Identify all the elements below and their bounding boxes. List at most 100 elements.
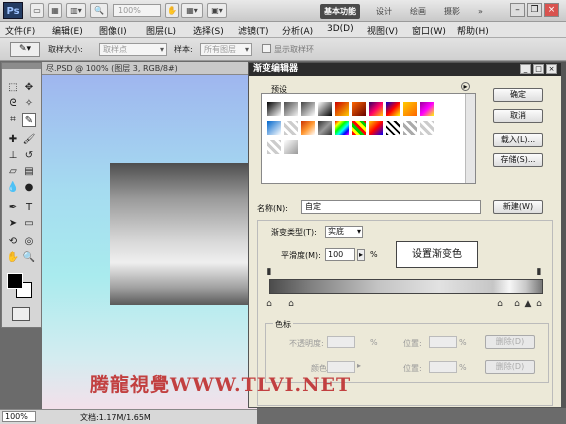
- sample-size-select[interactable]: 取样点 ▾: [99, 43, 167, 56]
- color-location-input[interactable]: [429, 361, 457, 373]
- healing-brush-tool-icon[interactable]: ✚: [6, 133, 20, 147]
- crop-tool-icon[interactable]: ⌗: [6, 113, 20, 127]
- menu-file[interactable]: 文件(F): [5, 24, 35, 37]
- preset-swatch[interactable]: [266, 120, 282, 136]
- mini-bridge-icon[interactable]: ▦: [48, 3, 62, 18]
- delete-opacity-stop-button[interactable]: 删除(D): [485, 335, 535, 349]
- preset-swatch[interactable]: [402, 101, 418, 117]
- magic-wand-tool-icon[interactable]: ✧: [22, 97, 36, 111]
- eraser-tool-icon[interactable]: ▱: [6, 165, 20, 179]
- workspace-photography[interactable]: 摄影: [440, 4, 464, 19]
- menu-image[interactable]: 图像(I): [99, 24, 127, 37]
- delete-color-stop-button[interactable]: 删除(D): [485, 360, 535, 374]
- history-brush-tool-icon[interactable]: ↺: [22, 149, 36, 163]
- presets-scrollbar[interactable]: [465, 94, 475, 183]
- color-menu-icon[interactable]: ▸: [357, 361, 361, 370]
- bridge-icon[interactable]: ▭: [30, 3, 44, 18]
- preset-swatch[interactable]: [419, 120, 435, 136]
- smoothness-stepper-icon[interactable]: ▸: [357, 249, 365, 261]
- close-icon[interactable]: ×: [546, 64, 557, 74]
- blur-tool-icon[interactable]: 💧: [6, 181, 20, 195]
- color-stop-icon[interactable]: ⌂: [265, 299, 273, 309]
- menu-edit[interactable]: 编辑(E): [52, 24, 83, 37]
- menu-help[interactable]: 帮助(H): [457, 24, 489, 37]
- opacity-stop-icon[interactable]: ▮: [265, 267, 273, 277]
- color-stop-icon[interactable]: ▲: [524, 299, 532, 309]
- preset-swatch[interactable]: [317, 120, 333, 136]
- type-tool-icon[interactable]: T: [22, 201, 36, 215]
- preset-swatch[interactable]: [385, 101, 401, 117]
- sample-select[interactable]: 所有图层 ▾: [200, 43, 252, 56]
- menu-analysis[interactable]: 分析(A): [282, 24, 313, 37]
- preset-swatch[interactable]: [317, 101, 333, 117]
- show-ring-checkbox[interactable]: [262, 44, 271, 53]
- opacity-input[interactable]: [327, 336, 355, 348]
- lasso-tool-icon[interactable]: ᘓ: [6, 97, 20, 111]
- preset-swatch[interactable]: [266, 101, 282, 117]
- preset-swatch[interactable]: [351, 120, 367, 136]
- menu-window[interactable]: 窗口(W): [412, 24, 446, 37]
- preset-swatch[interactable]: [334, 101, 350, 117]
- close-icon[interactable]: ×: [544, 3, 559, 17]
- preset-swatch[interactable]: [283, 120, 299, 136]
- zoom-level-field[interactable]: 100%: [113, 4, 161, 17]
- gradient-type-select[interactable]: 实底 ▾: [325, 226, 363, 238]
- shape-tool-icon[interactable]: ▭: [22, 217, 36, 231]
- smoothness-input[interactable]: 100: [325, 248, 355, 261]
- menu-filter[interactable]: 滤镜(T): [238, 24, 269, 37]
- screen-mode-icon[interactable]: ▣▾: [207, 3, 227, 18]
- hand-tool-icon[interactable]: ✋: [6, 251, 20, 265]
- preset-swatch[interactable]: [266, 139, 282, 155]
- preset-swatch[interactable]: [368, 120, 384, 136]
- new-button[interactable]: 新建(W): [493, 200, 543, 214]
- color-stop-icon[interactable]: ⌂: [287, 299, 295, 309]
- workspace-basic[interactable]: 基本功能: [320, 4, 360, 19]
- menu-view[interactable]: 视图(V): [367, 24, 398, 37]
- document-tab[interactable]: 尽.PSD @ 100% (图层 3, RGB/8#): [42, 62, 257, 75]
- workspace-more-icon[interactable]: »: [474, 4, 487, 19]
- hand-tool-icon[interactable]: ✋: [165, 3, 179, 18]
- pen-tool-icon[interactable]: ✒: [6, 201, 20, 215]
- zoom-tool-icon[interactable]: 🔍: [90, 3, 108, 18]
- preset-swatch[interactable]: [402, 120, 418, 136]
- menu-3d[interactable]: 3D(D): [327, 24, 354, 34]
- preset-swatch[interactable]: [300, 120, 316, 136]
- save-button[interactable]: 存储(S)...: [493, 153, 543, 167]
- cancel-button[interactable]: 取消: [493, 109, 543, 123]
- dodge-tool-icon[interactable]: ●: [22, 181, 36, 195]
- gradient-preview-bar[interactable]: [269, 279, 543, 294]
- workspace-design[interactable]: 设计: [372, 4, 396, 19]
- move-tool-icon[interactable]: ✥: [22, 81, 36, 95]
- preset-swatch[interactable]: [419, 101, 435, 117]
- ok-button[interactable]: 确定: [493, 88, 543, 102]
- 3d-orbit-tool-icon[interactable]: ◎: [22, 235, 36, 249]
- workspace-painting[interactable]: 绘画: [406, 4, 430, 19]
- foreground-color-swatch[interactable]: [7, 273, 23, 289]
- color-stop-icon[interactable]: ⌂: [535, 299, 543, 309]
- 3d-rotate-tool-icon[interactable]: ⟲: [6, 235, 20, 249]
- quick-mask-icon[interactable]: [12, 307, 30, 321]
- marquee-tool-icon[interactable]: ⬚: [6, 81, 20, 95]
- color-stop-icon[interactable]: ⌂: [496, 299, 504, 309]
- path-selection-tool-icon[interactable]: ➤: [6, 217, 20, 231]
- restore-icon[interactable]: ❐: [527, 3, 542, 17]
- status-zoom[interactable]: 100%: [2, 411, 36, 422]
- menu-select[interactable]: 选择(S): [193, 24, 224, 37]
- minimize-icon[interactable]: –: [510, 3, 525, 17]
- name-input[interactable]: 自定: [301, 200, 481, 214]
- preset-swatch[interactable]: [351, 101, 367, 117]
- preset-swatch[interactable]: [368, 101, 384, 117]
- clone-stamp-tool-icon[interactable]: ⊥: [6, 149, 20, 163]
- preset-swatch[interactable]: [300, 101, 316, 117]
- opacity-location-input[interactable]: [429, 336, 457, 348]
- opacity-stop-icon[interactable]: ▮: [535, 267, 543, 277]
- eyedropper-tool-icon[interactable]: ✎: [22, 113, 36, 127]
- presets-menu-icon[interactable]: ▸: [461, 82, 470, 91]
- brush-tool-icon[interactable]: 🖌: [22, 133, 36, 147]
- gradient-tool-icon[interactable]: ▤: [22, 165, 36, 179]
- minimize-icon[interactable]: _: [520, 64, 531, 74]
- preset-swatch[interactable]: [334, 120, 350, 136]
- zoom-tool-icon[interactable]: 🔍: [22, 251, 36, 265]
- maximize-icon[interactable]: □: [533, 64, 544, 74]
- arrange-documents-icon[interactable]: ▦▾: [181, 3, 203, 18]
